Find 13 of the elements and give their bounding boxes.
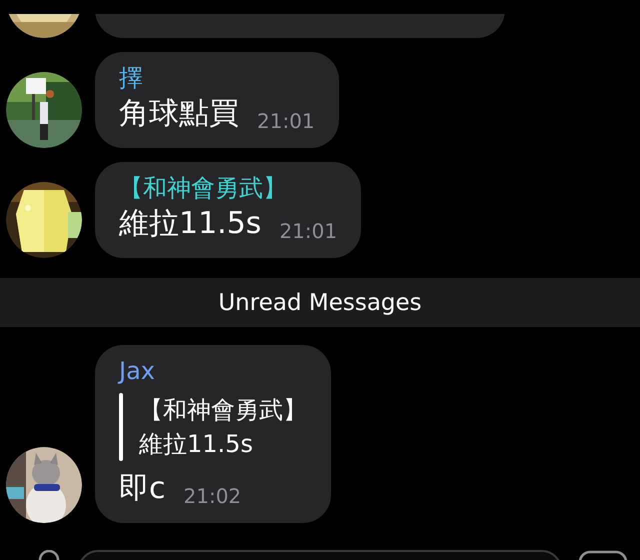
reply-text: 維拉11.5s [139,429,254,460]
reply-quote[interactable]: 【和神會勇武】 維拉11.5s [119,393,307,461]
reply-sender: 【和神會勇武】 [139,395,307,426]
message-time: 21:01 [257,108,315,134]
sender-name[interactable]: 擇 [119,62,143,94]
message-text: 即c [119,470,166,508]
message-time: 21:01 [279,218,338,244]
message-time: 21:02 [184,483,242,509]
sender-name[interactable]: Jax [119,355,155,387]
message-text: 維拉11.5s [119,205,262,243]
sender-name[interactable]: 【和神會勇武】 [119,172,287,204]
message-text: 角球點買 [119,95,239,133]
divider-label: Unread Messages [218,290,422,316]
